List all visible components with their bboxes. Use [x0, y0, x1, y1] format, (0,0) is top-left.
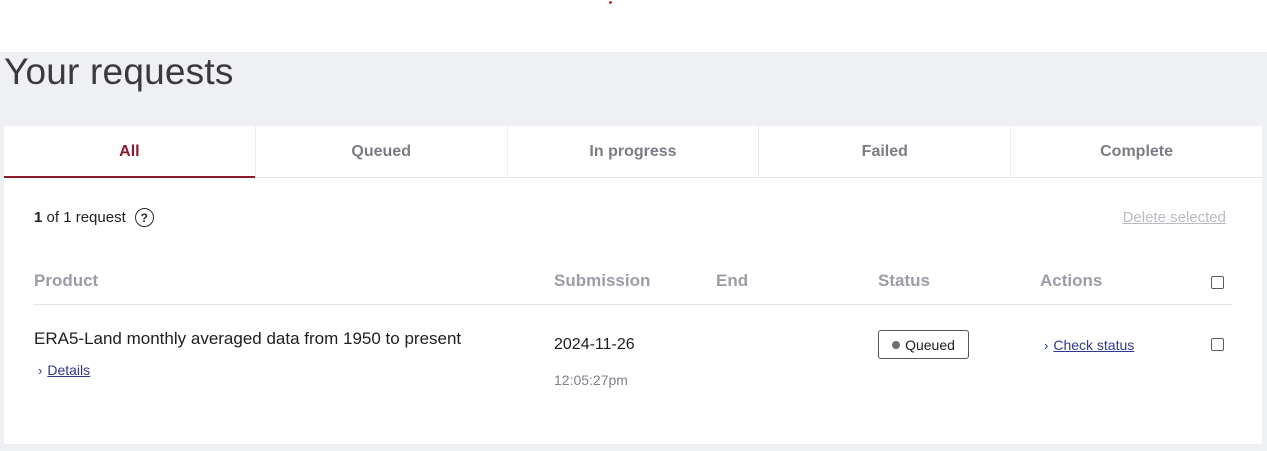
- chevron-right-icon: ›: [38, 362, 43, 378]
- header-status: Status: [878, 271, 930, 290]
- tab-failed[interactable]: Failed: [759, 126, 1012, 177]
- status-badge: Queued: [878, 330, 969, 359]
- request-count: 1: [34, 209, 43, 226]
- status-label: Queued: [905, 336, 955, 353]
- header-submission: Submission: [554, 271, 651, 290]
- tab-complete[interactable]: Complete: [1011, 126, 1262, 177]
- header-product: Product: [34, 271, 99, 290]
- select-all-checkbox[interactable]: [1211, 276, 1224, 289]
- tab-all[interactable]: All: [4, 126, 256, 178]
- submission-date: 2024-11-26: [554, 336, 635, 353]
- tab-queued[interactable]: Queued: [256, 126, 508, 177]
- request-summary: 1 of 1 request ?: [34, 208, 154, 227]
- row-select-checkbox[interactable]: [1211, 338, 1224, 351]
- header-end: End: [716, 271, 749, 290]
- check-status-link[interactable]: › Check status: [1044, 337, 1134, 353]
- check-status-label: Check status: [1053, 337, 1135, 353]
- page-title: Your requests: [4, 51, 234, 92]
- requests-panel: All Queued In progress Failed Complete 1…: [4, 126, 1262, 444]
- loading-indicator: [609, 1, 612, 4]
- details-label: Details: [47, 362, 91, 378]
- status-dot-icon: [892, 340, 901, 349]
- status-tabs: All Queued In progress Failed Complete: [4, 126, 1262, 178]
- delete-selected-button[interactable]: Delete selected: [1123, 209, 1226, 226]
- submission-time: 12:05:27pm: [554, 372, 628, 388]
- help-icon[interactable]: ?: [134, 208, 154, 227]
- request-summary-text: of 1 request: [46, 209, 126, 226]
- header-actions: Actions: [1040, 271, 1103, 290]
- top-strip: [0, 0, 1267, 52]
- product-name: ERA5-Land monthly averaged data from 195…: [34, 329, 462, 348]
- details-link[interactable]: › Details: [38, 362, 90, 378]
- chevron-right-icon: ›: [1044, 337, 1049, 353]
- header-divider: [34, 304, 1232, 305]
- tab-in-progress[interactable]: In progress: [508, 126, 760, 177]
